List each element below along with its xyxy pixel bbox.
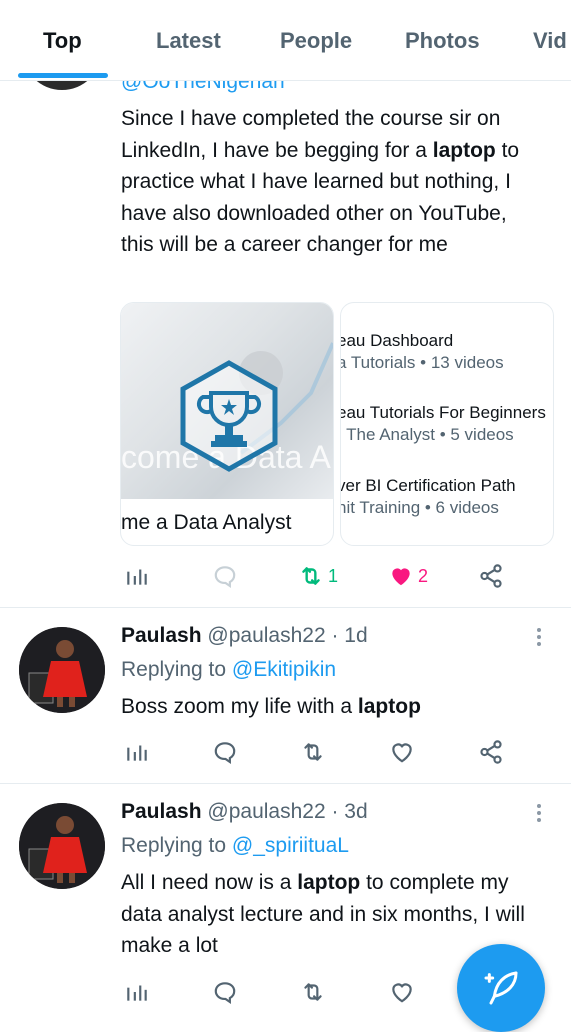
retweet-button[interactable]	[300, 977, 326, 1007]
mention-link[interactable]: @Ekitipikin	[232, 658, 336, 681]
tweet-author[interactable]: Paulash @paulash22 · 3d	[121, 800, 368, 824]
card-caption: me a Data Analyst	[121, 511, 292, 534]
author-name: Paulash	[121, 624, 202, 647]
search-tabs: Top Latest People Photos Vid	[0, 0, 571, 81]
speech-bubble-icon	[214, 982, 236, 1005]
share-button[interactable]	[478, 737, 504, 767]
playlist-subtitle: a Tutorials • 13 videos	[340, 353, 504, 372]
retweet-icon	[304, 983, 322, 1001]
retweet-button[interactable]: 1	[298, 561, 338, 591]
like-count: 2	[418, 565, 429, 586]
reply-button[interactable]	[212, 561, 238, 591]
replying-prefix: Replying to	[121, 834, 232, 857]
reply-button[interactable]	[212, 977, 238, 1007]
replying-prefix: Replying to	[121, 658, 232, 681]
tweet-actions: 1 2	[120, 561, 520, 591]
bar-chart-icon	[127, 569, 147, 585]
playlist-title: eau Dashboard	[340, 331, 454, 350]
avatar[interactable]	[19, 803, 105, 889]
tweet[interactable]: @OoTheNigerian Since I have completed th…	[0, 0, 571, 608]
share-button[interactable]	[478, 561, 504, 591]
tweet-text-keyword: laptop	[432, 138, 496, 162]
tweet-author[interactable]: Paulash @paulash22 · 1d	[121, 624, 368, 648]
tab-top[interactable]: Top	[43, 28, 82, 54]
playlist-subtitle: nit Training • 6 videos	[340, 498, 499, 517]
author-handle-time: @paulash22 · 1d	[207, 624, 368, 647]
tweet-text: All I need now is a laptop to complete m…	[121, 867, 541, 962]
replying-to: Replying to @Ekitipikin	[121, 658, 336, 682]
tab-photos[interactable]: Photos	[405, 28, 480, 54]
heart-icon	[392, 743, 412, 763]
playlist-subtitle: : The Analyst • 5 videos	[340, 425, 514, 444]
views-button[interactable]	[124, 737, 150, 767]
heart-icon	[392, 568, 410, 586]
tab-videos[interactable]: Vid	[533, 28, 567, 54]
playlist-item[interactable]: eau Tutorials For Beginners : The Analys…	[340, 403, 546, 445]
card-video-preview[interactable]: come a Data A me a Data Analyst	[120, 302, 334, 546]
reply-button[interactable]	[212, 737, 238, 767]
playlist-item[interactable]: ver BI Certification Path nit Training •…	[340, 476, 516, 518]
more-options-icon[interactable]	[532, 804, 546, 825]
tweet-actions	[120, 737, 520, 767]
heart-icon	[392, 983, 412, 1003]
playlist-item[interactable]: eau Dashboard a Tutorials • 13 videos	[340, 331, 504, 373]
tweet-text-keyword: laptop	[297, 871, 361, 894]
retweet-icon	[302, 567, 320, 585]
tweet-text: Since I have completed the course sir on…	[121, 103, 541, 261]
bar-chart-icon	[127, 985, 147, 1001]
share-icon	[480, 564, 502, 588]
tweet-text: Boss zoom my life with a laptop	[121, 691, 541, 723]
views-button[interactable]	[124, 977, 150, 1007]
tab-latest[interactable]: Latest	[156, 28, 221, 54]
card-thumbnail: come a Data A	[121, 303, 333, 499]
tab-people[interactable]: People	[280, 28, 352, 54]
like-button[interactable]	[389, 977, 415, 1007]
retweet-button[interactable]	[300, 737, 326, 767]
author-handle-time: @paulash22 · 3d	[207, 800, 368, 823]
compose-feather-icon	[484, 971, 518, 1005]
active-tab-indicator	[18, 73, 108, 78]
like-button[interactable]: 2	[388, 561, 428, 591]
mention-link[interactable]: @_spiriituaL	[232, 834, 349, 857]
speech-bubble-icon	[214, 566, 236, 589]
playlist-title: eau Tutorials For Beginners	[340, 403, 546, 422]
bar-chart-icon	[127, 745, 147, 761]
more-options-icon[interactable]	[532, 628, 546, 649]
avatar[interactable]	[19, 627, 105, 713]
views-button[interactable]	[124, 561, 150, 591]
compose-tweet-button[interactable]	[457, 944, 545, 1032]
retweet-count: 1	[328, 565, 339, 586]
tweet-text-part: Boss zoom my life with a	[121, 695, 358, 718]
tweet[interactable]: Paulash @paulash22 · 1d Replying to @Eki…	[0, 608, 571, 783]
share-icon	[480, 740, 502, 764]
author-name: Paulash	[121, 800, 202, 823]
retweet-icon	[304, 743, 322, 761]
speech-bubble-icon	[214, 742, 236, 765]
playlist-title: ver BI Certification Path	[340, 476, 516, 495]
replying-to: Replying to @_spiriituaL	[121, 834, 349, 858]
tweet-text-keyword: laptop	[357, 695, 421, 718]
like-button[interactable]	[389, 737, 415, 767]
link-card[interactable]: come a Data A me a Data Analyst eau Dash…	[120, 302, 554, 546]
tweet-text-part: All I need now is a	[121, 871, 298, 894]
avatar-photo	[19, 803, 105, 889]
trophy-badge-icon	[180, 360, 278, 472]
avatar-photo	[19, 627, 105, 713]
card-playlists[interactable]: eau Dashboard a Tutorials • 13 videos ea…	[340, 302, 554, 546]
